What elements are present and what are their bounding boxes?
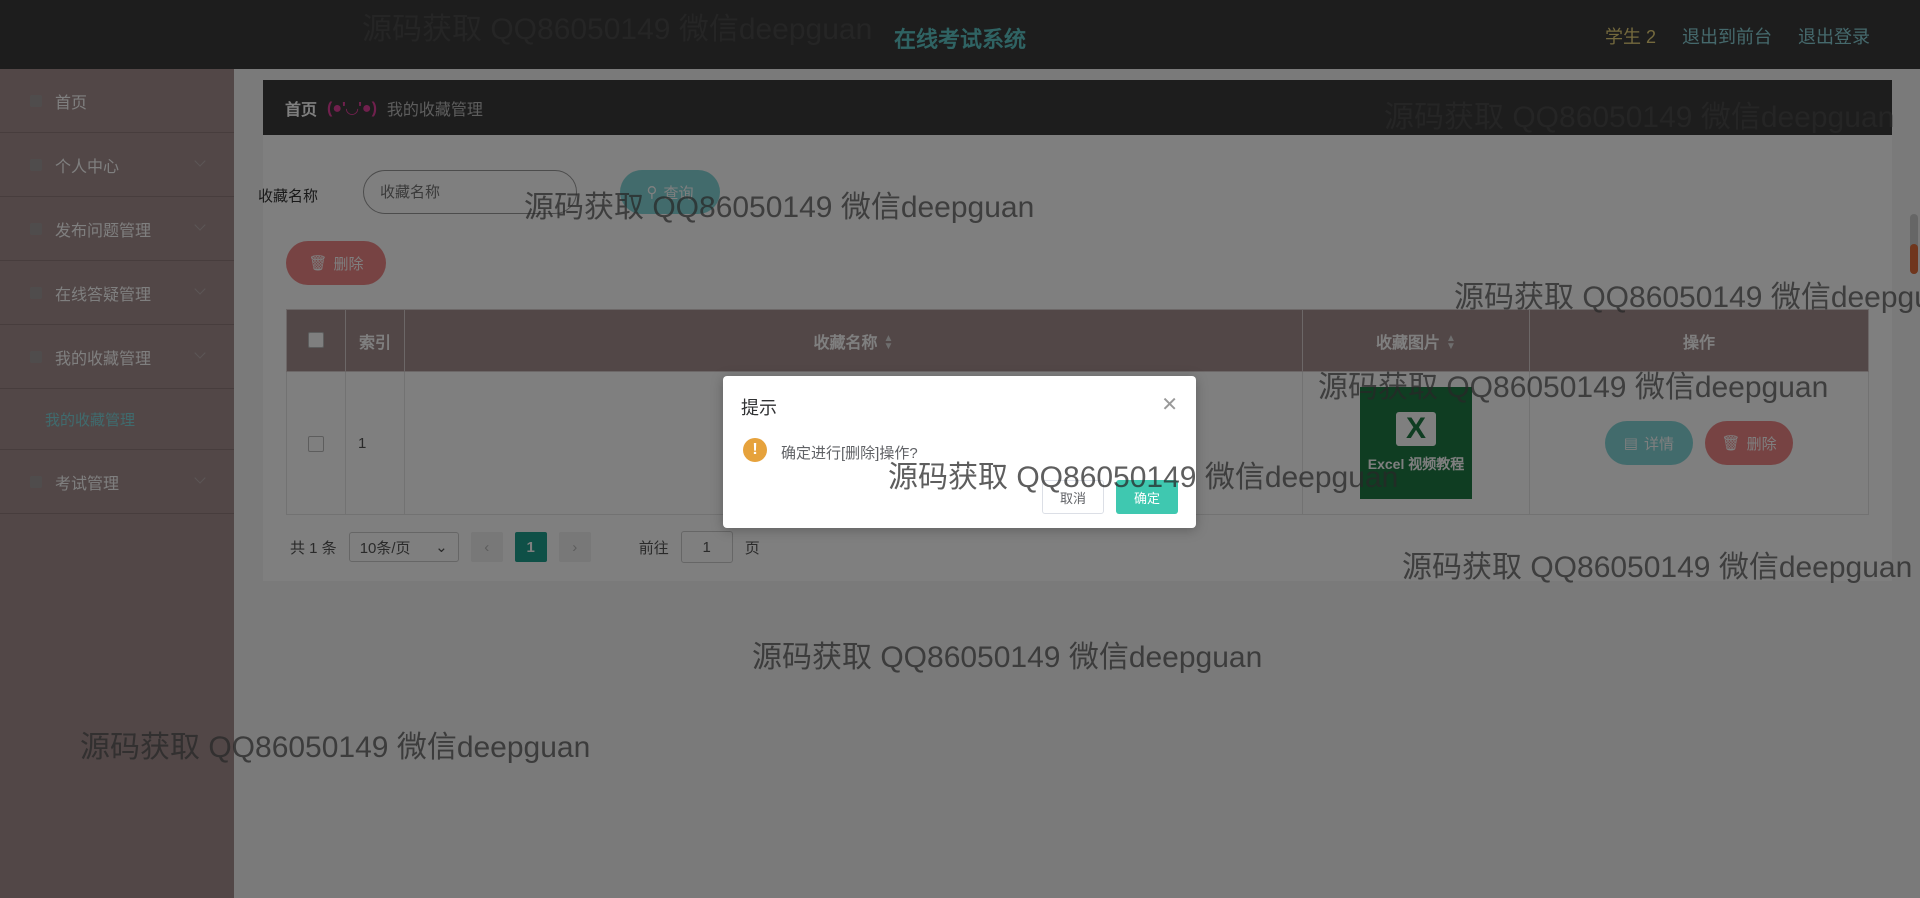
warning-icon: ! <box>743 438 767 462</box>
close-icon[interactable]: ✕ <box>1161 392 1178 417</box>
confirm-button[interactable]: 确定 <box>1116 480 1178 514</box>
dialog-title: 提示 <box>741 398 777 418</box>
cancel-button[interactable]: 取消 <box>1042 480 1104 514</box>
dialog-message: 确定进行[删除]操作? <box>781 445 918 462</box>
confirm-dialog: 提示 ✕ ! 确定进行[删除]操作? 取消 确定 <box>723 376 1196 528</box>
